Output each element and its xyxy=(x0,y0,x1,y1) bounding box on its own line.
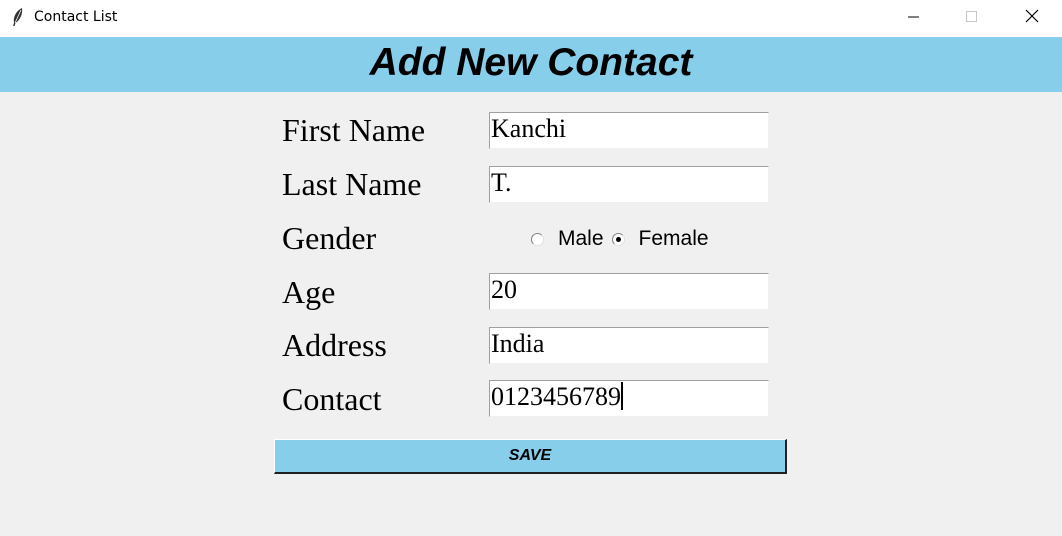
radio-circle[interactable] xyxy=(611,232,625,246)
header-banner: Add New Contact xyxy=(0,37,1062,92)
last-name-label: Last Name xyxy=(282,166,422,202)
maximize-icon xyxy=(966,10,978,28)
gender-male-label[interactable]: Male xyxy=(558,227,604,251)
age-field[interactable]: 20 xyxy=(489,273,769,310)
minimize-button[interactable] xyxy=(885,0,943,37)
text-caret xyxy=(621,382,623,410)
contact-label: Contact xyxy=(282,381,382,417)
window-titlebar[interactable]: Contact List xyxy=(0,0,1062,37)
save-button-label: SAVE xyxy=(508,447,552,464)
gender-female-label[interactable]: Female xyxy=(639,227,709,251)
gender-female-radio[interactable]: Female xyxy=(611,227,709,251)
close-button[interactable] xyxy=(1003,0,1061,37)
address-field[interactable]: India xyxy=(489,327,769,364)
close-icon xyxy=(1025,9,1039,28)
contact-field-text: 0123456789 xyxy=(491,382,621,411)
maximize-button[interactable] xyxy=(943,0,1001,37)
contact-field[interactable]: 0123456789 xyxy=(489,380,769,417)
minimize-icon xyxy=(908,10,920,28)
page-title: Add New Contact xyxy=(369,41,693,84)
address-label: Address xyxy=(282,327,387,363)
gender-label: Gender xyxy=(282,220,377,256)
feather-icon xyxy=(10,7,26,27)
window-title: Contact List xyxy=(34,9,118,25)
age-label: Age xyxy=(282,274,336,310)
first-name-label: First Name xyxy=(282,112,426,148)
radio-circle[interactable] xyxy=(531,232,544,246)
gender-radio-group: Male Female xyxy=(531,226,717,252)
save-button[interactable]: SAVE xyxy=(274,439,787,474)
gender-male-radio[interactable]: Male xyxy=(531,227,604,251)
first-name-field[interactable]: Kanchi xyxy=(489,112,769,149)
radio-selected-dot xyxy=(615,236,621,242)
last-name-field[interactable]: T. xyxy=(489,166,769,203)
